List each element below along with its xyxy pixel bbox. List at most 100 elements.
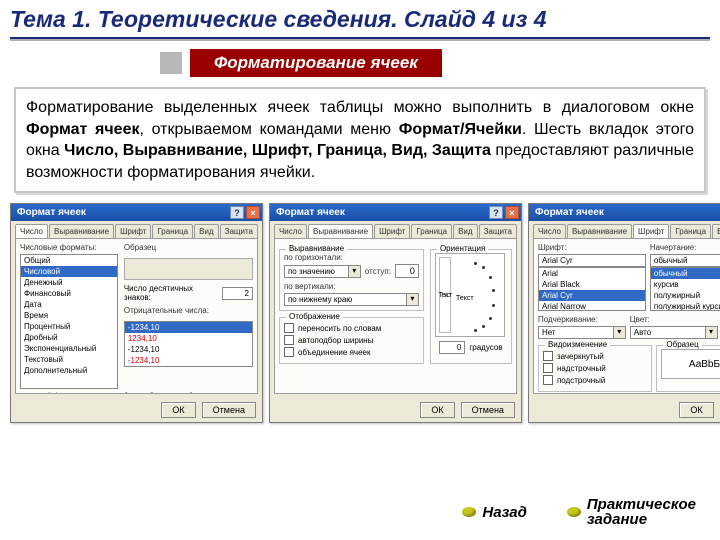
list-item[interactable]: полужирный (651, 290, 720, 301)
list-item[interactable]: Время (21, 310, 117, 321)
dialog-tabs: Число Выравнивание Шрифт Граница Вид Защ… (11, 221, 262, 238)
list-item[interactable]: Процентный (21, 321, 117, 332)
style-input[interactable]: обычный (650, 254, 720, 267)
dialog-number: Формат ячеек ? × Число Выравнивание Шриф… (10, 203, 263, 423)
list-item[interactable]: Числовой (21, 266, 117, 277)
group-title: Образец (663, 340, 701, 349)
list-item[interactable]: -1234,10 (125, 344, 252, 355)
tab-font[interactable]: Шрифт (115, 224, 151, 238)
orientation-dial[interactable]: Текст Текст (435, 253, 505, 337)
vertical-text-icon: Текст (439, 257, 451, 333)
list-item[interactable]: Arial (539, 268, 645, 279)
nav-task-label: задание (587, 512, 696, 528)
negative-listbox[interactable]: -1234,10 1234,10 -1234,10 -1234,10 (124, 321, 253, 367)
list-item[interactable]: Денежный (21, 277, 117, 288)
tab-alignment[interactable]: Выравнивание (49, 224, 114, 238)
ok-button[interactable]: ОК (679, 402, 713, 418)
decimals-spinner[interactable]: 2 (222, 287, 253, 300)
list-item[interactable]: Финансовый (21, 288, 117, 299)
dialog-title-text: Формат ячеек (17, 207, 86, 218)
color-combo[interactable]: Авто▾ (630, 326, 718, 339)
tab-number[interactable]: Число (533, 224, 566, 238)
orientation-group: Ориентация Текст Текст (430, 249, 512, 364)
dialog-tabs: Число Выравнивание Шрифт Граница Вид Защ… (529, 221, 720, 238)
merge-checkbox[interactable]: объединение ячеек (284, 347, 419, 357)
tab-number[interactable]: Число (274, 224, 307, 238)
help-button[interactable]: ? (230, 206, 244, 219)
color-label: Цвет: (630, 315, 718, 324)
preview-group: Образец АаBbБбЯя (656, 345, 720, 392)
list-item[interactable]: -1234,10 (125, 355, 252, 366)
autofit-checkbox[interactable]: автоподбор ширины (284, 335, 419, 345)
list-item[interactable]: Arial Cyr (539, 290, 645, 301)
close-button[interactable]: × (505, 206, 519, 219)
indent-spinner[interactable]: 0 (395, 264, 419, 278)
list-item[interactable]: обычный (651, 268, 720, 279)
desc-text: Форматирование выделенных ячеек таблицы … (26, 99, 694, 116)
font-input[interactable]: Arial Cyr (538, 254, 646, 267)
footer-nav: Назад Практическое задание (462, 497, 696, 529)
dialog-titlebar[interactable]: Формат ячеек ? × (11, 204, 262, 221)
underline-combo[interactable]: Нет▾ (538, 326, 626, 339)
dialog-titlebar[interactable]: Формат ячеек ? × (270, 204, 521, 221)
degrees-label: градусов (469, 343, 502, 352)
list-item[interactable]: Общий (21, 255, 117, 266)
tab-protect[interactable]: Защита (220, 224, 258, 238)
font-listbox[interactable]: Arial Arial Black Arial Cyr Arial Narrow (538, 267, 646, 311)
vert-combo[interactable]: по нижнему краю▾ (284, 293, 419, 306)
negative-label: Отрицательные числа: (124, 306, 253, 315)
help-button[interactable]: ? (489, 206, 503, 219)
list-item[interactable]: -1234,10 (125, 322, 252, 333)
dialog-titlebar[interactable]: Формат ячеек ? × (529, 204, 720, 221)
list-item[interactable]: Дробный (21, 332, 117, 343)
list-item[interactable]: Экспоненциальный (21, 343, 117, 354)
style-listbox[interactable]: обычный курсив полужирный полужирный кур… (650, 267, 720, 311)
desc-bold: Формат ячеек (26, 121, 139, 138)
tab-view[interactable]: Вид (453, 224, 477, 238)
chevron-down-icon: ▾ (705, 327, 717, 338)
decimals-label: Число десятичных знаков: (124, 284, 218, 302)
cancel-button[interactable]: Отмена (202, 402, 256, 418)
orient-text-label: Текст (456, 295, 474, 302)
format-hint: Числовой формат является наиболее общим … (20, 393, 253, 394)
list-item[interactable]: 1234,10 (125, 333, 252, 344)
list-item[interactable]: Arial Narrow (539, 301, 645, 311)
list-item[interactable]: полужирный курсив (651, 301, 720, 311)
tab-border[interactable]: Граница (152, 224, 193, 238)
group-title: Видоизменение (545, 340, 610, 349)
subscript-checkbox[interactable]: подстрочный (543, 375, 647, 385)
superscript-checkbox[interactable]: надстрочный (543, 363, 647, 373)
nav-back[interactable]: Назад (462, 504, 526, 521)
tab-view[interactable]: Вид (194, 224, 218, 238)
section-banner: Форматирование ячеек (190, 49, 442, 77)
formats-listbox[interactable]: Общий Числовой Денежный Финансовый Дата … (20, 254, 118, 389)
ok-button[interactable]: ОК (161, 402, 195, 418)
cancel-button[interactable]: Отмена (461, 402, 515, 418)
ok-button[interactable]: ОК (420, 402, 454, 418)
tab-alignment[interactable]: Выравнивание (308, 224, 373, 238)
strike-checkbox[interactable]: зачеркнутый (543, 351, 647, 361)
list-item[interactable]: курсив (651, 279, 720, 290)
tab-font[interactable]: Шрифт (374, 224, 410, 238)
tab-border[interactable]: Граница (411, 224, 452, 238)
list-item[interactable]: Дата (21, 299, 117, 310)
desc-bold: Число, Выравнивание, Шрифт, Граница, Вид… (64, 142, 491, 159)
chevron-down-icon: ▾ (406, 294, 418, 305)
degrees-spinner[interactable]: 0 (439, 341, 465, 354)
close-button[interactable]: × (246, 206, 260, 219)
list-item[interactable]: Текстовый (21, 354, 117, 365)
tab-number[interactable]: Число (15, 224, 48, 238)
group-title: Выравнивание (286, 244, 347, 253)
title-divider (10, 37, 710, 41)
tab-alignment[interactable]: Выравнивание (567, 224, 632, 238)
list-item[interactable]: Дополнительный (21, 365, 117, 376)
wrap-checkbox[interactable]: переносить по словам (284, 323, 419, 333)
list-item[interactable]: Arial Black (539, 279, 645, 290)
horiz-combo[interactable]: по значению▾ (284, 265, 361, 278)
dialog-alignment: Формат ячеек ? × Число Выравнивание Шриф… (269, 203, 522, 423)
tab-font[interactable]: Шрифт (633, 224, 669, 238)
tab-view[interactable]: Вид (712, 224, 720, 238)
nav-task[interactable]: Практическое задание (567, 497, 696, 529)
tab-protect[interactable]: Защита (479, 224, 517, 238)
tab-border[interactable]: Граница (670, 224, 711, 238)
